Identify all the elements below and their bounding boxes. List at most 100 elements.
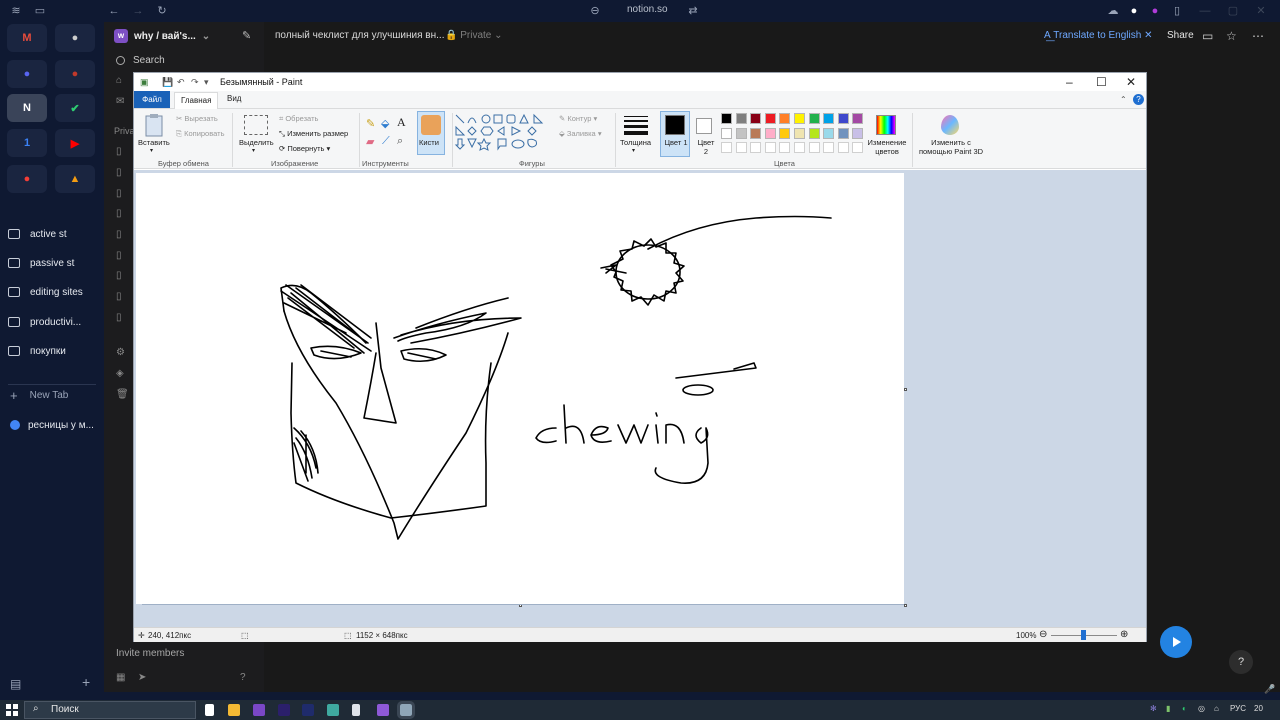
palette-swatch[interactable] — [794, 113, 805, 124]
color2-button[interactable]: Цвет 2 — [692, 111, 718, 157]
inbox-icon[interactable]: ✉ — [116, 96, 124, 107]
palette-swatch[interactable] — [779, 113, 791, 124]
chevron-down-icon[interactable]: ▾ — [632, 147, 635, 154]
folder-productivity[interactable]: productivi... — [8, 313, 104, 331]
help-icon[interactable]: ? — [1133, 94, 1144, 105]
collapse-ribbon-icon[interactable]: ⌃ — [1120, 95, 1127, 104]
search-button[interactable]: Search — [116, 55, 165, 66]
comments-icon[interactable]: ▭ — [1202, 29, 1213, 43]
pinned-tab-apple[interactable]: ● — [55, 24, 95, 52]
tray-icon[interactable]: ✻ — [1150, 704, 1157, 713]
language-indicator[interactable]: РУС — [1230, 704, 1246, 713]
minimize-icon[interactable]: – — [1066, 75, 1073, 89]
new-page-icon[interactable]: ✎ — [242, 29, 251, 42]
pinned-tab-pocketcasts[interactable]: ● — [7, 165, 47, 193]
maximize-icon[interactable]: ☐ — [1096, 75, 1107, 89]
copy-button[interactable]: ⎘ Копировать — [176, 129, 224, 139]
empty-palette-swatch[interactable] — [721, 142, 732, 153]
palette-swatch[interactable] — [823, 127, 835, 139]
help-icon[interactable]: ? — [240, 672, 246, 683]
clock[interactable]: 20 — [1254, 704, 1263, 713]
file-icon[interactable] — [205, 704, 214, 716]
select-icon[interactable] — [244, 115, 268, 135]
palette-swatch[interactable] — [764, 127, 776, 139]
paint-taskbar-icon[interactable] — [397, 701, 415, 719]
text-icon[interactable]: A — [397, 115, 406, 130]
pencil-icon[interactable]: ✎ — [366, 117, 375, 130]
empty-palette-swatch[interactable] — [837, 142, 849, 153]
archive-icon[interactable]: ▤ — [10, 677, 21, 691]
palette-swatch[interactable] — [764, 113, 776, 124]
size-icon[interactable] — [624, 116, 648, 135]
empty-palette-swatch[interactable] — [823, 142, 835, 153]
settings-icon[interactable]: ⚙ — [116, 347, 126, 358]
pinned-tab-app[interactable]: ● — [55, 60, 95, 88]
taskbar-search[interactable]: ⌕ Поиск — [24, 701, 196, 719]
network-icon[interactable]: ⌂ — [1214, 704, 1219, 713]
palette-swatch[interactable] — [852, 113, 864, 124]
page-icon[interactable]: ▯ — [116, 188, 126, 199]
outline-button[interactable]: ✎ Контур ▾ — [559, 114, 597, 123]
arc-logo-icon[interactable]: ≋ — [9, 4, 23, 18]
edit-colors-button[interactable]: Изменение цветов — [864, 111, 908, 157]
trash-icon[interactable]: 🗑 — [116, 389, 129, 400]
empty-palette-swatch[interactable] — [852, 142, 864, 153]
palette-swatch[interactable] — [750, 113, 762, 124]
paint3d-button[interactable]: Изменить с помощью Paint 3D — [916, 111, 984, 157]
palette-swatch[interactable] — [837, 127, 849, 139]
palette-swatch[interactable] — [750, 127, 762, 139]
palette-swatch[interactable] — [808, 127, 820, 139]
palette-swatch[interactable] — [735, 127, 747, 139]
magnifier-icon[interactable]: ⌕ — [397, 135, 403, 148]
split-view-icon[interactable]: ▯ — [1170, 4, 1184, 18]
zoom-slider-thumb[interactable] — [1081, 630, 1086, 640]
rotate-button[interactable]: ⟳ Повернуть ▾ — [279, 144, 330, 153]
zoom-out-icon[interactable]: ⊖ — [1039, 629, 1047, 640]
resize-button[interactable]: ⤡ Изменить размер — [279, 129, 348, 139]
app-icon[interactable] — [327, 704, 339, 716]
horizontal-scrollbar[interactable] — [142, 604, 904, 605]
palette-swatch[interactable] — [779, 127, 791, 139]
pinned-tab-gmail[interactable]: M — [7, 24, 47, 52]
folder-pokupki[interactable]: покупки — [8, 342, 104, 360]
home-icon[interactable]: ⌂ — [116, 75, 122, 86]
shield-icon[interactable]: ● — [1127, 4, 1141, 18]
premiere-icon[interactable] — [278, 704, 290, 716]
after-effects-icon[interactable] — [302, 704, 314, 716]
obsidian-icon[interactable] — [377, 704, 389, 716]
star-icon[interactable]: ☆ — [1226, 29, 1237, 43]
drawing-canvas[interactable]: chewing — [136, 173, 904, 604]
empty-palette-swatch[interactable] — [779, 142, 791, 153]
empty-palette-swatch[interactable] — [794, 142, 805, 153]
palette-swatch[interactable] — [823, 113, 835, 124]
microphone-icon[interactable]: 🎤 — [1264, 684, 1275, 695]
palette-swatch[interactable] — [837, 113, 849, 124]
pinned-tab-ticktick[interactable]: ✔ — [55, 94, 95, 122]
maximize-icon[interactable]: ▢ — [1226, 4, 1240, 18]
tab-file[interactable]: Файл — [134, 91, 170, 108]
folder-active-st[interactable]: active st — [8, 225, 104, 243]
canvas-resize-handle-right[interactable] — [904, 388, 907, 391]
empty-palette-swatch[interactable] — [808, 142, 820, 153]
tray-icon[interactable]: ▮ — [1166, 704, 1170, 713]
page-icon[interactable]: ▯ — [116, 312, 126, 323]
folder-passive-st[interactable]: passive st — [8, 254, 104, 272]
pinned-tab-image[interactable]: ▲ — [55, 165, 95, 193]
cut-button[interactable]: ✂ Вырезать — [176, 114, 218, 123]
shapes-gallery[interactable] — [454, 113, 554, 153]
calendar-icon[interactable]: ▦ — [116, 672, 125, 683]
more-icon[interactable]: ⋯ — [1252, 29, 1264, 43]
page-icon[interactable]: ▯ — [116, 270, 126, 281]
brushes-button[interactable]: Кисти — [417, 111, 445, 155]
undo-icon[interactable]: ↶ — [177, 77, 185, 88]
workspace-switcher[interactable]: w why / вай's... ⌄ — [114, 29, 210, 43]
customize-qa-icon[interactable]: ▾ — [204, 77, 209, 88]
save-icon[interactable]: 💾 — [162, 77, 173, 88]
send-icon[interactable]: ➤ — [138, 672, 146, 683]
share-button[interactable]: Share — [1167, 30, 1194, 41]
empty-palette-swatch[interactable] — [750, 142, 762, 153]
explorer-icon[interactable] — [228, 704, 240, 716]
start-button[interactable] — [6, 704, 18, 716]
palette-swatch[interactable] — [721, 127, 732, 139]
page-icon[interactable]: ▯ — [116, 291, 126, 302]
